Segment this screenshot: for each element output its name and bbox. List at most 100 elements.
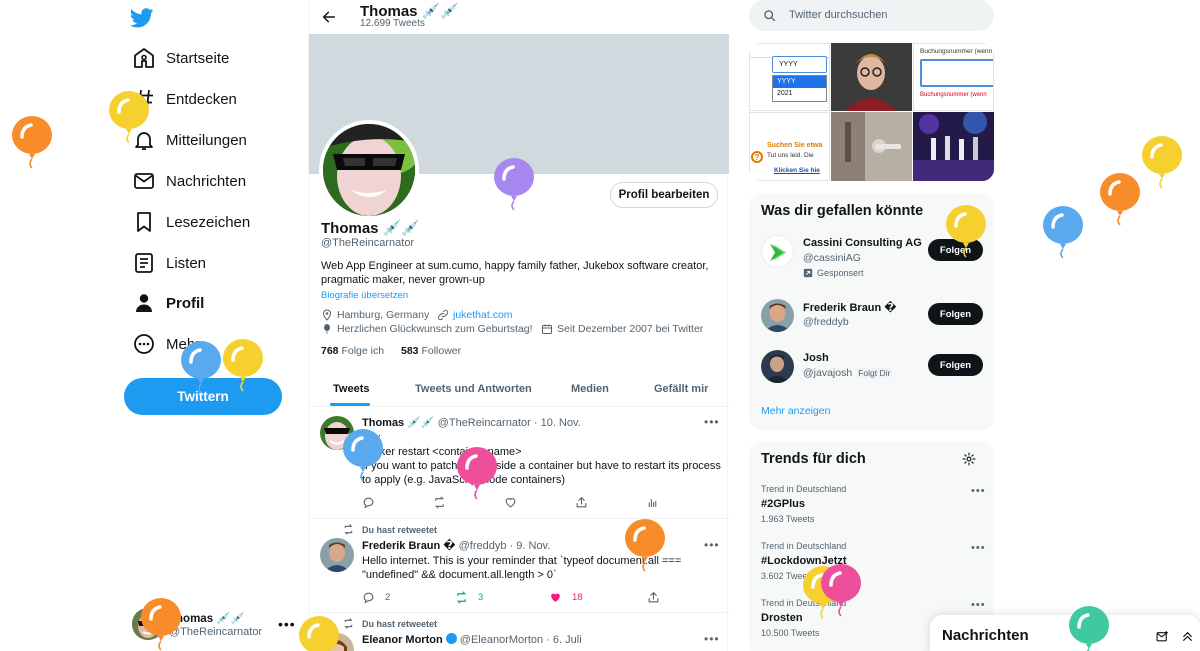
media-thumbnail[interactable] [831,112,912,181]
trend-more-icon[interactable]: ••• [971,485,986,497]
envelope-icon [134,173,154,189]
account-name: Thomas 💉💉 [169,613,245,625]
like-count: 18 [572,592,583,603]
follow-suggestion[interactable]: Cassini Consulting AG @cassiniAG Gespons… [761,231,983,278]
avatar[interactable] [320,633,354,651]
nav-item-lists[interactable]: Listen [130,245,206,281]
tweet-date[interactable]: 10. Nov. [541,417,581,429]
following-link[interactable]: 768 Folge ich [321,345,384,357]
translate-bio-link[interactable]: Biografie übersetzen [321,290,408,301]
follow-button[interactable]: Folgen [928,303,983,325]
media-thumbnail[interactable]: Buchungsnummer (wenn Buchungsnummer (wen… [913,43,994,111]
location-text: Hamburg, Germany [337,309,430,321]
balloon-icon [1100,173,1140,226]
media-thumbnail[interactable]: Suchen Sie etwa Tut uns leid. Die ? Klic… [749,112,830,181]
nav-label: Nachrichten [166,172,247,190]
trend-item[interactable]: Trend in Deutschland #2GPlus 1.963 Tweet… [761,484,986,534]
retweet-note-text: Du hast retweetet [362,618,438,629]
click-here-link: Klicken Sie hie [774,167,820,174]
nav-item-notifications[interactable]: Mitteilungen [130,122,247,158]
profile-joined: Seit Dezember 2007 bei Twitter [541,323,703,335]
share-icon [648,591,659,603]
avatar[interactable] [761,299,794,332]
tweet-date[interactable]: 9. Nov. [516,540,550,552]
tweet[interactable]: Du hast retweetet Eleanor Morton @Eleano… [309,613,729,651]
like-action[interactable]: 18 [549,591,583,604]
nav-item-explore[interactable]: Entdecken [130,81,237,117]
avatar[interactable] [320,416,354,450]
follow-button[interactable]: Folgen [928,239,983,261]
media-thumbnail[interactable]: YYYY YYYY 2021 [749,43,830,111]
media-thumbnail[interactable] [913,112,994,181]
avatar[interactable] [761,350,794,383]
expand-chevron-icon[interactable] [1181,630,1194,643]
share-action[interactable] [575,496,598,509]
more-dots-icon[interactable]: ••• [278,616,296,632]
tweet-author-name[interactable]: Eleanor Morton [362,634,443,646]
tweet-text: Hello internet. This is your reminder th… [362,555,682,581]
account-handle: @TheReincarnator [169,626,263,638]
nav-item-messages[interactable]: Nachrichten [130,163,246,199]
nav-label: Mehr [166,335,201,353]
follow-button[interactable]: Folgen [928,354,983,376]
nav-item-bookmarks[interactable]: Lesezeichen [130,204,250,240]
suggestion-name[interactable]: Cassini Consulting AG [803,237,922,249]
like-action[interactable] [504,496,527,509]
avatar[interactable] [320,538,354,572]
avatar[interactable] [761,235,794,268]
tweet-more-icon[interactable]: ••• [704,632,720,646]
tweet-author-name[interactable]: Frederik Braun � [362,540,456,552]
profile-avatar[interactable] [319,120,419,220]
retweet-icon [344,618,353,629]
tweet[interactable]: Thomas 💉💉 @TheReincarnator · 10. Nov. ••… [309,407,729,519]
tweet-date[interactable]: 6. Juli [553,634,582,646]
nav-label: Mitteilungen [166,131,247,149]
account-switcher[interactable]: Thomas 💉💉 @TheReincarnator ••• [132,606,302,642]
new-message-icon[interactable] [1156,630,1169,643]
retweet-action[interactable] [433,496,456,509]
search-icon [764,10,776,22]
gear-icon[interactable] [962,452,976,466]
website-link[interactable]: jukethat.com [453,309,513,321]
tab-likes[interactable]: Gefällt mir [654,370,708,407]
search-input[interactable]: Twitter durchsuchen [749,0,994,31]
tab-tweets[interactable]: Tweets [333,370,369,407]
followers-link[interactable]: 583 Follower [401,345,461,357]
balloon-icon [1142,136,1182,189]
nav-item-home[interactable]: Startseite [130,40,229,76]
media-grid[interactable]: YYYY YYYY 2021 Buchungsnummer (wenn Buch… [749,43,994,181]
show-more-link[interactable]: Mehr anzeigen [761,405,830,417]
edit-profile-button[interactable]: Profil bearbeiten [610,182,718,208]
retweet-icon [344,524,353,535]
suggestion-name[interactable]: Frederik Braun � [803,301,897,314]
tweet-text: TIL: docker restart <container-name> If … [362,432,721,486]
follow-suggestion[interactable]: Frederik Braun � @freddyb Folgen [761,295,983,335]
reply-action[interactable] [362,496,385,509]
follow-suggestion[interactable]: Josh @javajosh Folgt Dir Folgen [761,346,983,386]
reply-action[interactable]: 2 [362,591,390,604]
nav-item-profile[interactable]: Profil [130,285,204,321]
followers-label: Follower [421,345,462,357]
profile-website[interactable]: jukethat.com [437,309,513,321]
retweet-note-text: Du hast retweetet [362,524,438,535]
tweet-more-icon[interactable]: ••• [704,415,720,429]
tweet-button[interactable]: Twittern [124,378,282,415]
trend-more-icon[interactable]: ••• [971,599,986,611]
tweet[interactable]: Du hast retweetet Frederik Braun � @fred… [309,519,729,613]
tweet-more-icon[interactable]: ••• [704,538,720,552]
nav-item-more[interactable]: Mehr [130,326,200,362]
trend-count: 10.500 Tweets [761,628,820,638]
suggestion-name[interactable]: Josh [803,352,829,364]
media-thumbnail[interactable] [831,43,912,111]
twitter-logo-icon[interactable] [130,6,154,30]
analytics-action[interactable] [646,496,669,509]
tab-media[interactable]: Medien [571,370,609,407]
retweet-action[interactable]: 3 [455,591,483,604]
tab-tweets-and-replies[interactable]: Tweets und Antworten [415,370,532,407]
share-action[interactable] [647,591,670,604]
messages-dock[interactable]: Nachrichten [930,615,1200,651]
trend-item[interactable]: Trend in Deutschland #LockdownJetzt 3.60… [761,541,986,591]
tweet-author-name[interactable]: Thomas 💉💉 [362,417,435,429]
trend-more-icon[interactable]: ••• [971,542,986,554]
back-arrow-icon[interactable] [321,9,337,25]
